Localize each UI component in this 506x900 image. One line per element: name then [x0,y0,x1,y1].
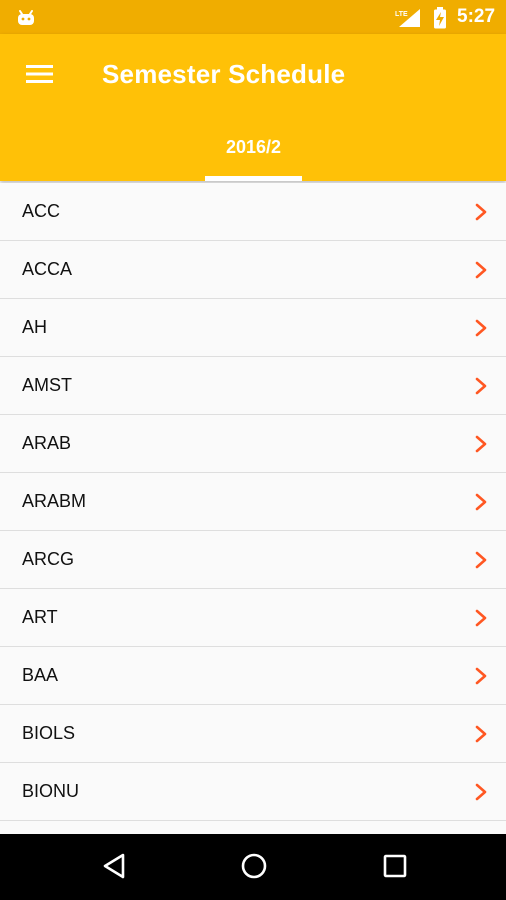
list-item[interactable]: ARAB [0,415,506,473]
list-item-label: ART [22,607,58,627]
page-title: Semester Schedule [102,59,346,89]
chevron-right-icon [475,203,487,221]
app-bar: Semester Schedule 2016/2 [0,34,506,181]
battery-charging-icon [434,7,446,29]
list-item[interactable]: BIONU [0,763,506,821]
chevron-right-icon [475,319,487,337]
lte-label: LTE [395,11,408,18]
list-item[interactable]: ACCA [0,241,506,299]
list-item-label: BIOLS [22,723,76,743]
list-item-label: BIONU [22,781,80,801]
tab-semester-2016-2[interactable]: 2016/2 [205,134,302,181]
chevron-right-icon [475,377,487,395]
list-item[interactable] [0,821,506,834]
list-item-label: ARCG [22,549,75,569]
chevron-right-icon [475,609,487,627]
tab-selected-indicator [205,176,302,181]
chevron-right-icon [475,783,487,801]
status-bar: LTE 5:27 [0,0,506,34]
list-item[interactable]: AMST [0,357,506,415]
list-item-label: ARAB [22,433,72,453]
list-item[interactable]: ACC [0,183,506,241]
back-icon[interactable] [102,852,126,880]
list-item-label: ACC [22,201,61,221]
list-item-label: ACCA [22,259,73,279]
list-item-label: ARABM [22,491,87,511]
tab-label: 2016/2 [225,137,282,157]
lte-signal-icon: LTE [395,9,420,27]
list-item[interactable]: ARABM [0,473,506,531]
system-navigation-bar [0,834,506,900]
list-item[interactable]: BAA [0,647,506,705]
subject-list: ACC ACCA AH AMST ARAB ARABM ARCG ART BAA… [0,183,506,834]
list-item-label: AH [22,317,48,337]
list-item-label: AMST [22,375,73,395]
hamburger-menu-icon[interactable] [26,64,54,84]
chevron-right-icon [475,493,487,511]
list-item[interactable]: ARCG [0,531,506,589]
android-notification-icon [18,10,34,25]
list-item[interactable]: BIOLS [0,705,506,763]
chevron-right-icon [475,551,487,569]
home-icon[interactable] [240,852,268,880]
list-item[interactable]: AH [0,299,506,357]
chevron-right-icon [475,667,487,685]
status-clock: 5:27 [457,6,496,27]
recents-icon[interactable] [382,852,408,880]
chevron-right-icon [475,261,487,279]
list-item-label: BAA [22,665,59,685]
chevron-right-icon [475,435,487,453]
list-item[interactable]: ART [0,589,506,647]
chevron-right-icon [475,725,487,743]
